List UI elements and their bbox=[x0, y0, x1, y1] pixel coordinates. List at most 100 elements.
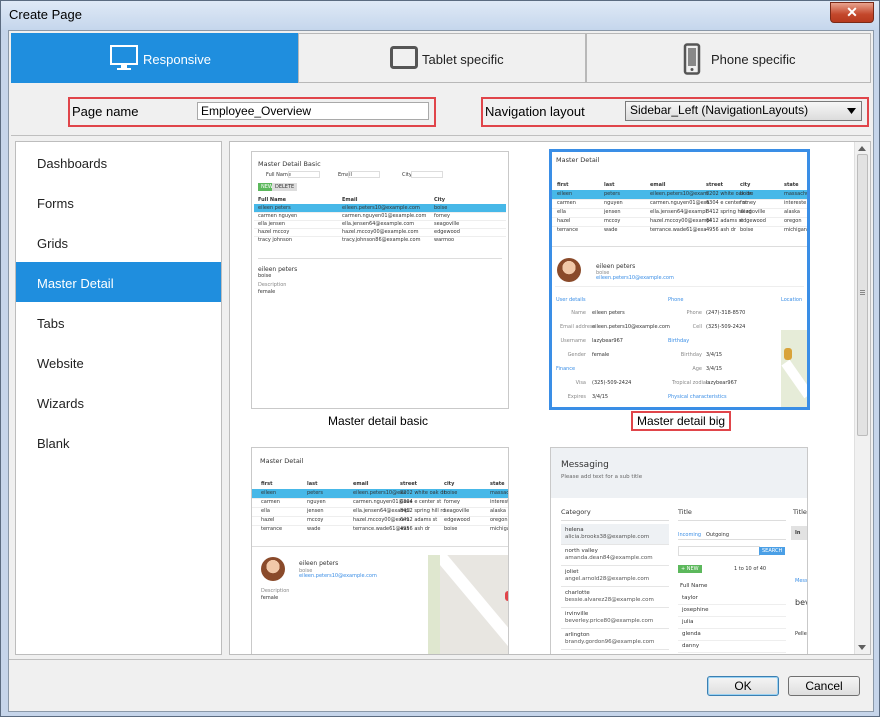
preview-cell: Tropical zodiac bbox=[672, 380, 709, 386]
page-name-label: Page name bbox=[72, 104, 139, 119]
navigation-layout-label: Navigation layout bbox=[485, 104, 585, 119]
preview-tab: Outgoing bbox=[706, 532, 730, 538]
preview-cell: terrance bbox=[557, 227, 579, 233]
row-divider bbox=[561, 565, 669, 566]
navigation-layout-value: Sidebar_Left (NavigationLayouts) bbox=[630, 103, 809, 117]
preview-divider bbox=[555, 286, 804, 287]
category-list: Dashboards Forms Grids Master Detail Tab… bbox=[15, 141, 222, 655]
grip-icon bbox=[860, 290, 865, 291]
preview-cell: female bbox=[592, 352, 610, 358]
map-thumbnail bbox=[781, 330, 807, 407]
preview-cell: 8412 spring hill rd bbox=[400, 508, 446, 514]
preview-cell: Gender bbox=[567, 352, 586, 358]
preview-cell: email bbox=[353, 481, 369, 487]
ok-button[interactable]: OK bbox=[707, 676, 779, 696]
tab-phone[interactable]: Phone specific bbox=[586, 33, 871, 83]
template-card-master-detail[interactable]: Master Detail eileen peters boise eileen… bbox=[251, 447, 509, 654]
preview-cell: michigan bbox=[490, 526, 508, 532]
preview-cell: (325)-509-2424 bbox=[706, 324, 746, 330]
gallery-scrollbar[interactable] bbox=[854, 142, 870, 654]
preview-title: Master Detail Basic bbox=[258, 160, 321, 168]
preview-search-button: SEARCH bbox=[759, 547, 786, 555]
preview-cell: seagoville bbox=[740, 209, 766, 215]
sidebar-item-dashboards[interactable]: Dashboards bbox=[16, 142, 221, 182]
tab-tablet[interactable]: Tablet specific bbox=[298, 33, 586, 83]
preview-cell: taylor bbox=[682, 595, 698, 601]
template-card-big[interactable]: Master Detail eileen peters boise eileen… bbox=[549, 149, 810, 410]
sidebar-item-grids[interactable]: Grids bbox=[16, 222, 221, 262]
preview-section: Phone bbox=[668, 297, 684, 303]
navigation-layout-select[interactable]: Sidebar_Left (NavigationLayouts) bbox=[625, 101, 862, 121]
preview-cell: lazybear967 bbox=[706, 380, 737, 386]
scroll-up-icon bbox=[858, 146, 866, 151]
map-pin-icon bbox=[505, 591, 508, 601]
preview-cell: carmen.nguyen01@example.com bbox=[342, 213, 427, 219]
tab-responsive[interactable]: Responsive bbox=[11, 33, 298, 83]
preview-cell: intereste bbox=[490, 499, 508, 505]
preview-cell: wade bbox=[604, 227, 618, 233]
preview-cell: Age bbox=[692, 366, 702, 372]
preview-title: Messaging bbox=[561, 460, 609, 470]
preview-snippet: Mess bbox=[795, 578, 808, 584]
sidebar-item-wizards[interactable]: Wizards bbox=[16, 382, 221, 422]
preview-cell: Full Name bbox=[258, 197, 287, 203]
row-divider bbox=[678, 628, 786, 629]
preview-cell: bessie.alvarez28@example.com bbox=[565, 597, 654, 603]
preview-cell: nguyen bbox=[307, 499, 326, 505]
preview-header bbox=[551, 448, 807, 498]
row-divider bbox=[561, 520, 669, 521]
scrollbar-thumb[interactable] bbox=[857, 154, 868, 436]
dialog-body: Responsive Tablet specific Phone specifi… bbox=[8, 30, 874, 712]
page-name-input[interactable]: Employee_Overview bbox=[197, 102, 429, 120]
preview-filter-box bbox=[411, 171, 443, 178]
preview-divider bbox=[252, 546, 508, 547]
close-button[interactable]: ✕ bbox=[830, 2, 874, 23]
sidebar-item-forms[interactable]: Forms bbox=[16, 182, 221, 222]
preview-cell: ella jensen bbox=[258, 221, 285, 227]
preview-cell: Visa bbox=[575, 380, 586, 386]
title-bar: Create Page ✕ bbox=[1, 1, 879, 30]
preview-cell: peters bbox=[307, 490, 323, 496]
sidebar-item-blank[interactable]: Blank bbox=[16, 422, 221, 462]
preview-cell: tracy.johnson86@example.com bbox=[342, 237, 421, 243]
device-tabs: Responsive Tablet specific Phone specifi… bbox=[11, 33, 871, 83]
divider bbox=[11, 135, 871, 136]
preview-name: eileen peters bbox=[299, 560, 339, 567]
preview-cell: jensen bbox=[307, 508, 324, 514]
preview-subtitle: Please add text for a sub title bbox=[561, 474, 643, 480]
cancel-button[interactable]: Cancel bbox=[788, 676, 860, 696]
preview-cell: nguyen bbox=[604, 200, 623, 206]
map-road bbox=[434, 551, 508, 651]
sidebar-item-tabs[interactable]: Tabs bbox=[16, 302, 221, 342]
preview-cell: joliet bbox=[565, 569, 579, 575]
preview-cell: (247)-318-8570 bbox=[706, 310, 746, 316]
template-gallery: Master Detail Basic Full Name Email City… bbox=[229, 141, 871, 655]
preview-cell: tracy johnson bbox=[258, 237, 292, 243]
scroll-down-icon bbox=[858, 645, 866, 650]
preview-section: Physical characteristics bbox=[668, 394, 727, 400]
preview-cell: irvinville bbox=[565, 611, 589, 617]
preview-cell: charlotte bbox=[565, 590, 590, 596]
preview-snippet: bev bbox=[795, 598, 807, 607]
preview-cell: Cell bbox=[692, 324, 702, 330]
sidebar-item-master-detail[interactable]: Master Detail bbox=[16, 262, 221, 302]
preview-cell: Email address bbox=[560, 324, 596, 330]
preview-desc: female bbox=[261, 595, 279, 601]
row-divider bbox=[678, 539, 786, 540]
preview-cell: jensen bbox=[604, 209, 621, 215]
preview-cell: first bbox=[261, 481, 273, 487]
preview-cell: brandy.gordon96@example.com bbox=[565, 639, 655, 645]
template-card-messaging[interactable]: Messaging Please add text for a sub titl… bbox=[550, 447, 808, 654]
preview-cell: email bbox=[650, 182, 666, 188]
preview-fullname-header: Full Name bbox=[680, 583, 708, 589]
preview-cell: forney bbox=[740, 200, 756, 206]
preview-cell: julia bbox=[682, 619, 694, 625]
preview-cell: terrance.wade61@exa bbox=[650, 227, 707, 233]
tab-responsive-label: Responsive bbox=[143, 52, 211, 67]
preview-category-header: Category bbox=[561, 508, 591, 516]
preview-cell: city bbox=[740, 182, 751, 188]
template-card-basic[interactable]: Master Detail Basic Full Name Email City… bbox=[251, 151, 509, 409]
preview-cell: glenda bbox=[682, 631, 701, 637]
sidebar-item-website[interactable]: Website bbox=[16, 342, 221, 382]
create-page-dialog: Create Page ✕ Responsive Tablet specific bbox=[0, 0, 880, 717]
